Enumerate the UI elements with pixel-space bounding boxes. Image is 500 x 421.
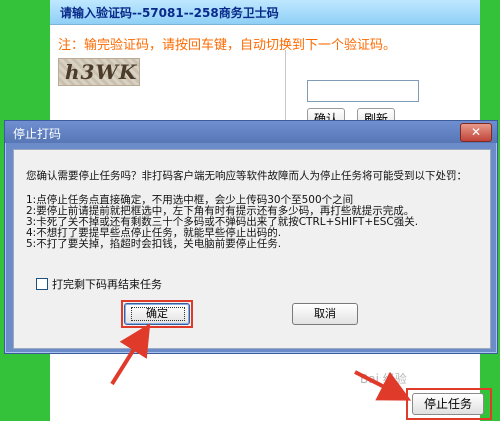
arrow-to-stop — [354, 370, 412, 401]
arrow-to-ok — [110, 323, 151, 386]
annotation-arrows — [110, 323, 412, 401]
